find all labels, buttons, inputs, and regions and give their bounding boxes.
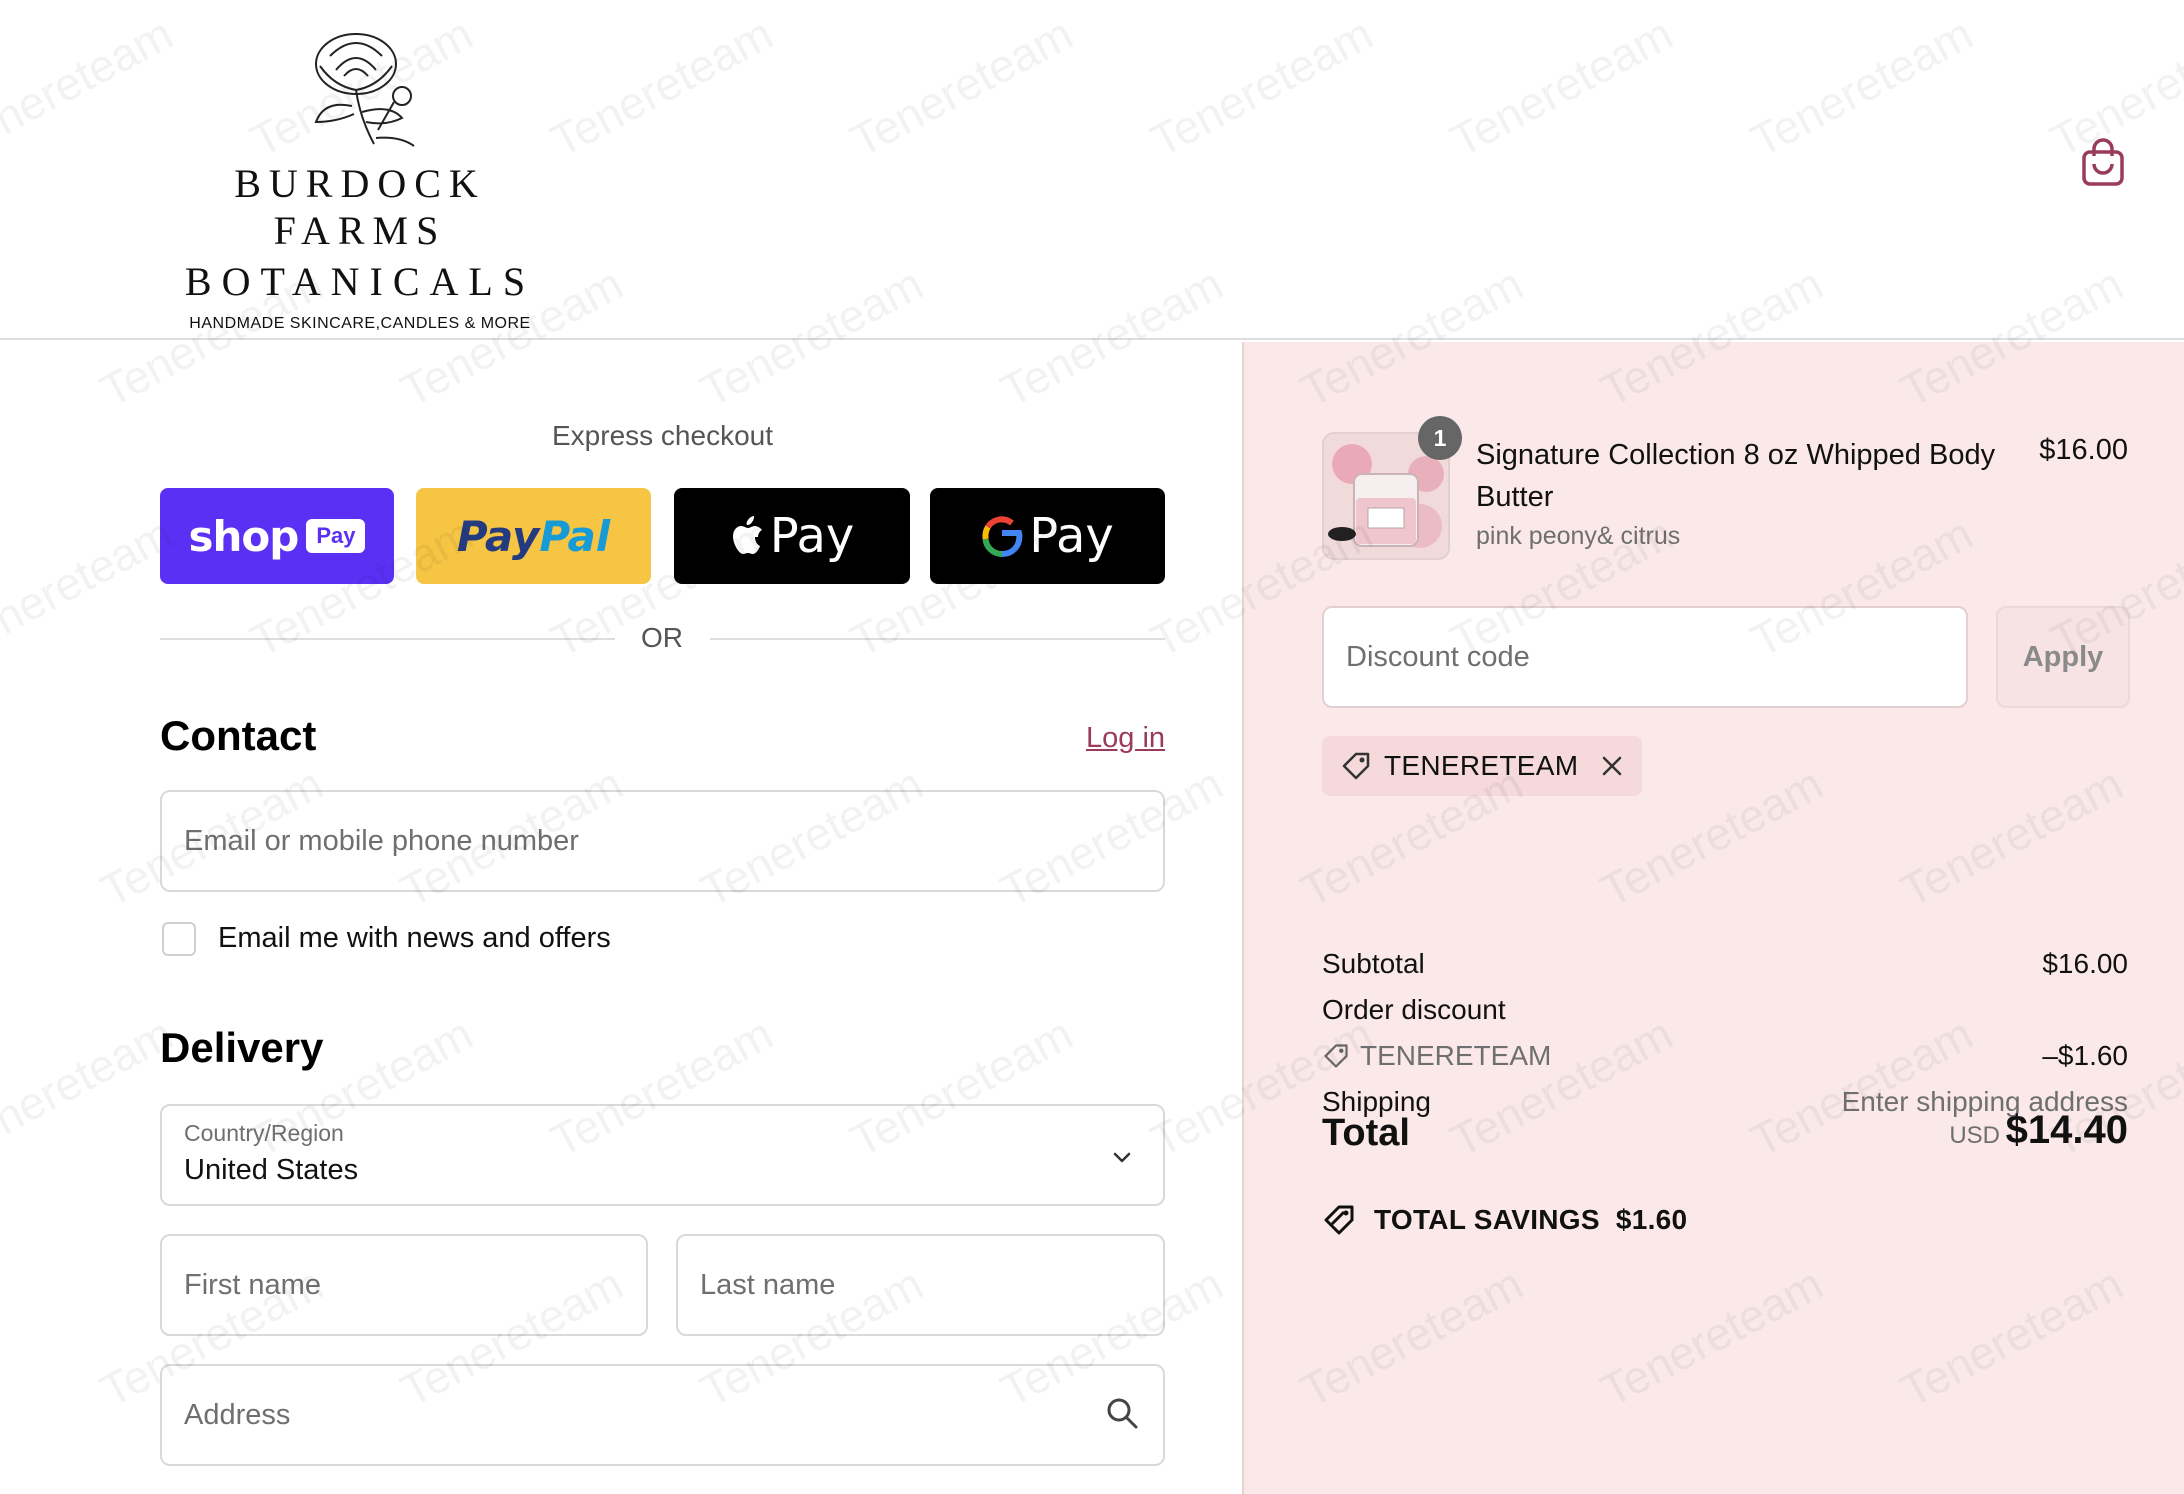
- google-pay-button[interactable]: Pay: [930, 488, 1165, 584]
- email-field-wrapper: [160, 790, 1165, 892]
- or-divider-right: [710, 638, 1165, 640]
- apple-pay-label: Pay: [769, 508, 855, 564]
- discount-code-field-wrapper: [1322, 606, 1968, 708]
- total-label: Total: [1322, 1112, 1410, 1154]
- login-link[interactable]: Log in: [1086, 722, 1165, 755]
- chevron-down-icon: [1113, 1152, 1131, 1163]
- apple-logo-icon: [732, 516, 762, 554]
- product-name: Signature Collection 8 oz Whipped Body B…: [1476, 439, 1996, 513]
- brand-tagline: HANDMADE SKINCARE,CANDLES & MORE: [189, 315, 531, 332]
- first-name-field-wrapper: [160, 1234, 648, 1336]
- savings-tag-icon: [1324, 1205, 1354, 1235]
- google-g-icon: [982, 516, 1023, 557]
- country-select[interactable]: Country/Region United States: [160, 1104, 1165, 1206]
- shop-pay-pill: Pay: [306, 519, 366, 553]
- total-savings-value: $1.60: [1615, 1204, 1688, 1235]
- address-field-wrapper: [160, 1364, 1165, 1466]
- last-name-field-wrapper: [676, 1234, 1165, 1336]
- brand-name-line1: BURDOCK FARMS: [234, 161, 486, 253]
- shopping-bag-icon[interactable]: [2080, 138, 2126, 188]
- total-currency: USD: [1949, 1122, 2000, 1149]
- tag-icon: [1342, 752, 1370, 780]
- total-savings: TOTAL SAVINGS $1.60: [1322, 1202, 1687, 1238]
- tag-icon: [1324, 1044, 1348, 1068]
- paypal-wordmark-pay: Pay: [456, 511, 540, 561]
- brand-logo[interactable]: BURDOCK FARMS BOTANICALS HANDMADE SKINCA…: [150, 26, 570, 332]
- subtotal-value: $16.00: [2042, 948, 2128, 979]
- email-field[interactable]: [162, 792, 1163, 890]
- checkout-form-panel: Express checkout shop Pay Pay Pal Pay Pay…: [0, 342, 1242, 1494]
- paypal-button[interactable]: Pay Pal: [416, 488, 651, 584]
- site-header: BURDOCK FARMS BOTANICALS HANDMADE SKINCA…: [0, 0, 2184, 340]
- brand-name-line2: BOTANICALS: [184, 259, 536, 304]
- product-price: $16.00: [2039, 434, 2128, 466]
- product-variant: pink peony& citrus: [1476, 522, 1681, 550]
- shop-pay-wordmark: shop: [188, 511, 300, 561]
- country-select-label: Country/Region: [184, 1120, 344, 1146]
- remove-discount-close-icon[interactable]: [1600, 754, 1624, 778]
- express-checkout-title: Express checkout: [552, 420, 773, 451]
- search-icon: [1107, 1398, 1138, 1429]
- applied-discount-chip: TENERETEAM: [1322, 736, 1643, 796]
- order-discount-label: Order discount: [1322, 994, 1506, 1025]
- country-select-value: United States: [184, 1154, 359, 1186]
- newsletter-checkbox[interactable]: [162, 922, 196, 956]
- newsletter-label: Email me with news and offers: [218, 922, 611, 954]
- or-divider-text: OR: [641, 622, 683, 653]
- total-value: $14.40: [2005, 1108, 2128, 1152]
- delivery-heading: Delivery: [160, 1024, 324, 1071]
- apple-pay-button[interactable]: Pay: [674, 488, 910, 584]
- total-savings-label: TOTAL SAVINGS: [1374, 1204, 1600, 1235]
- order-summary-panel: 1 Signature Collection 8 oz Whipped Body…: [1242, 342, 2184, 1494]
- google-pay-label: Pay: [1029, 508, 1114, 564]
- peony-flower-logo-icon: [314, 33, 415, 147]
- order-discount-code-row: TENERETEAM: [1322, 1040, 1551, 1072]
- contact-heading: Contact: [160, 712, 317, 759]
- paypal-wordmark-pal: Pal: [539, 511, 611, 561]
- or-divider-left: [160, 638, 615, 640]
- subtotal-label: Subtotal: [1322, 948, 1425, 979]
- applied-discount-code: TENERETEAM: [1384, 750, 1579, 781]
- discount-code-field[interactable]: [1324, 608, 1966, 706]
- apply-discount-button[interactable]: Apply: [1996, 606, 2130, 708]
- order-discount-code: TENERETEAM: [1360, 1040, 1552, 1071]
- last-name-field[interactable]: [678, 1236, 1163, 1334]
- quantity-badge: 1: [1418, 416, 1462, 460]
- shop-pay-button[interactable]: shop Pay: [160, 488, 394, 584]
- order-discount-value: –$1.60: [2042, 1040, 2128, 1071]
- first-name-field[interactable]: [162, 1236, 646, 1334]
- address-field[interactable]: [162, 1366, 1163, 1464]
